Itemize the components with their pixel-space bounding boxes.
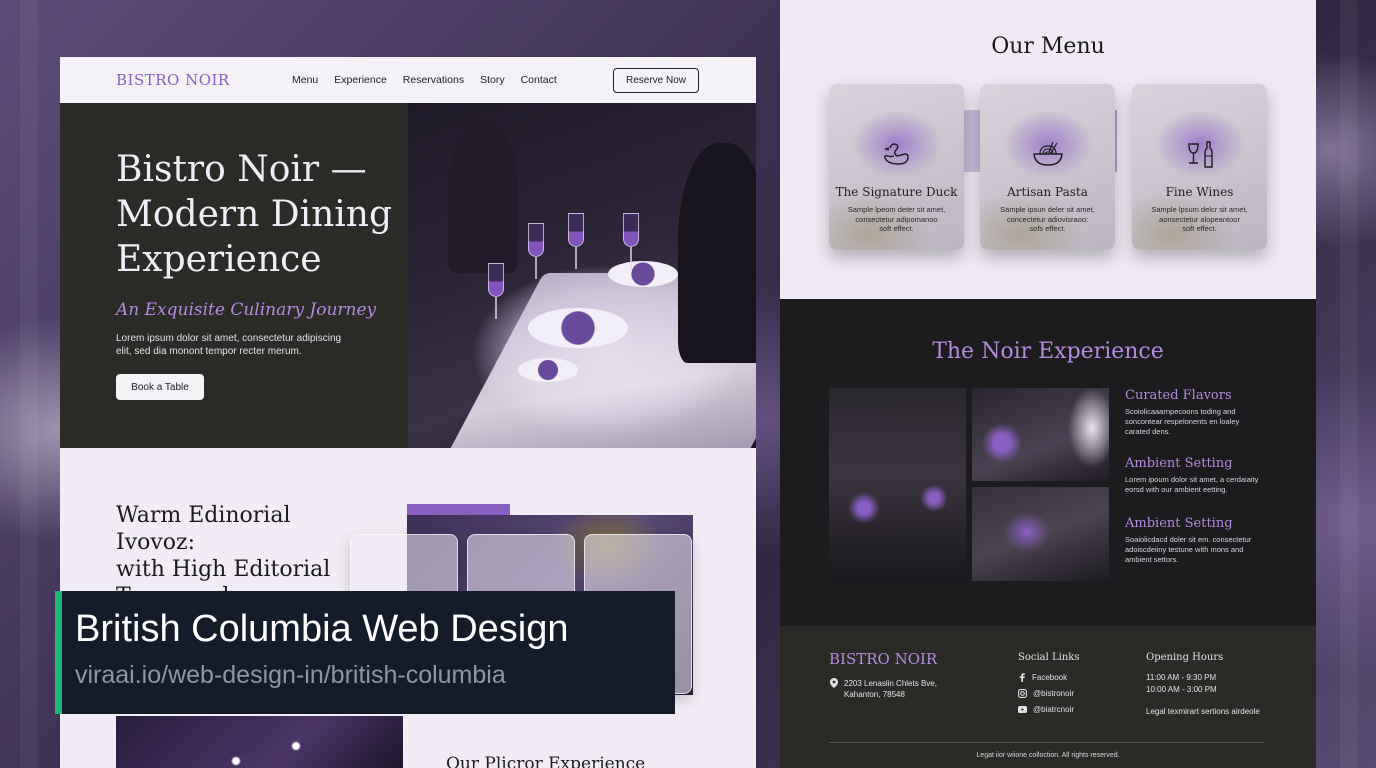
legal-sections-link[interactable]: Legal texmirart sertions airdeole: [1146, 706, 1260, 718]
menu-card-title: Artisan Pasta: [1007, 185, 1088, 199]
menu-card-desc: Sample ipsun deler sit amet, concectetur…: [992, 205, 1103, 234]
experience-item: Ambient Setting Lorem ipoum dolor sit am…: [1125, 456, 1275, 495]
desc-line: adoiscdeiiny testune with mons and: [1125, 545, 1244, 554]
desc-line: Sample lpsum delcr sit amet,: [1151, 205, 1248, 214]
desc-line: Lorem ipoum dolor sit amet, a cerdaiaity: [1125, 475, 1259, 484]
nav-links: Menu Experience Reservations Story Conta…: [292, 74, 557, 86]
menu-card-wines[interactable]: Fine Wines Sample lpsum delcr sit amet, …: [1132, 84, 1267, 250]
social-links-title: Social Links: [1018, 652, 1080, 663]
desc-line: aonsectetur alopeantoor: [1159, 214, 1240, 224]
wine-icon: [1187, 141, 1213, 168]
hero-body-line: elit, sed dia monont tempor recter merum…: [116, 346, 302, 357]
address-line: 2203 Lenaslin Chlets Bve,: [844, 679, 937, 688]
nav-link-reservations[interactable]: Reservations: [403, 74, 464, 86]
interior-photo-sofa: [972, 487, 1109, 581]
hours-line: 11:00 AM - 9:30 PM: [1146, 673, 1217, 682]
experience-title: The Noir Experience: [932, 339, 1164, 364]
menu-title: Our Menu: [991, 34, 1105, 59]
opening-hours-title: Opening Hours: [1146, 652, 1224, 663]
menu-card-duck[interactable]: The Signature Duck Sample lpeom deter si…: [829, 84, 964, 250]
hero-title-line: Bistro Noir —: [116, 149, 367, 190]
caption-url[interactable]: viraai.io/web-design-in/british-columbia: [75, 661, 506, 690]
site-footer: BISTRO NOIR 2203 Lenaslin Chlets Bve, Ka…: [780, 626, 1316, 768]
hero-body-text: Lorem ipsum dolor sit amet, consectetur …: [116, 332, 356, 358]
experience-section-title: Our Plicror Experience: [446, 754, 646, 768]
menu-page-mockup: Our Menu The Signature Duck Sample lpeom…: [780, 0, 1316, 768]
desc-line: soft effect.: [1182, 224, 1217, 233]
menu-card-title: The Signature Duck: [835, 185, 958, 199]
desc-line: ambient settors.: [1125, 555, 1179, 564]
experience-item-title: Ambient Setting: [1125, 516, 1233, 531]
nav-link-contact[interactable]: Contact: [521, 74, 557, 86]
menu-card-pasta[interactable]: Artisan Pasta Sample ipsun deler sit ame…: [980, 84, 1115, 250]
caption-title: British Columbia Web Design: [75, 608, 569, 650]
nav-link-story[interactable]: Story: [480, 74, 505, 86]
social-link-label: Facebook: [1032, 673, 1068, 682]
menu-section: Our Menu The Signature Duck Sample lpeom…: [780, 0, 1316, 299]
desc-line: Sample ipsun deler sit amet,: [1000, 205, 1095, 214]
desc-line: carated dens.: [1125, 427, 1171, 436]
top-nav: BISTRO NOIR Menu Experience Reservations…: [60, 57, 756, 103]
hero-title: Bistro Noir — Modern Dining Experience: [116, 147, 408, 282]
hero-subtitle: An Exquisite Culinary Journey: [116, 300, 377, 320]
copyright-text: Legat iior wiione colloction. All rights…: [976, 752, 1120, 759]
caption-banner: British Columbia Web Design viraai.io/we…: [55, 591, 675, 714]
hero-title-line: Experience: [116, 239, 322, 280]
experience-item-desc: Scoiolicaaarnpecoons toding and sonconte…: [1125, 407, 1275, 437]
experience-item: Ambient Setting Soaiolicdacd doler sit e…: [1125, 516, 1275, 565]
youtube-icon: [1018, 706, 1027, 713]
noir-experience-section: The Noir Experience Curated Flavors Scoi…: [780, 299, 1316, 626]
facebook-icon: [1019, 673, 1025, 682]
interior-photo-wall: [829, 388, 966, 581]
social-link-facebook[interactable]: Facebook: [1018, 673, 1067, 682]
menu-card-desc: Sample lpeom deter sit amet, consectetur…: [841, 205, 952, 234]
book-table-button[interactable]: Book a Table: [116, 374, 204, 400]
footer-brand[interactable]: BISTRO NOIR: [829, 650, 937, 668]
interior-photo-lounge: [972, 388, 1109, 481]
hero-dining-photo: [408, 103, 756, 448]
social-link-label: @biatrcnoir: [1033, 705, 1075, 714]
desc-line: Soaiolicdacd doler sit em. consectetur: [1125, 535, 1252, 544]
nav-link-experience[interactable]: Experience: [334, 74, 387, 86]
nav-link-menu[interactable]: Menu: [292, 74, 318, 86]
desc-line: consectetur adipomanoo: [855, 214, 938, 224]
hero-title-line: Modern Dining: [116, 194, 393, 235]
experience-item-title: Ambient Setting: [1125, 456, 1233, 471]
experience-item: Curated Flavors Scoiolicaaarnpecoons tod…: [1125, 388, 1275, 437]
experience-item-desc: Soaiolicdacd doler sit em. consectetur a…: [1125, 535, 1275, 565]
social-link-label: @bistronoir: [1033, 689, 1075, 698]
hero-section: Bistro Noir — Modern Dining Experience A…: [60, 103, 756, 448]
desc-line: Sample lpeom deter sit amet,: [847, 205, 946, 214]
editorial-title-line: with High Editorial: [116, 557, 331, 582]
editorial-title-line: Warm Edinorial Ivovoz:: [116, 503, 291, 555]
menu-card-desc: Sample lpsum delcr sit amet, aonsectetur…: [1144, 205, 1255, 234]
experience-item-title: Curated Flavors: [1125, 388, 1232, 403]
desc-line: concectetur adiovisraoo:: [1006, 214, 1089, 224]
desc-line: Scoiolicaaarnpecoons toding and: [1125, 407, 1236, 416]
pasta-bowl-icon: [1032, 141, 1063, 166]
reserve-now-button[interactable]: Reserve Now: [613, 68, 699, 93]
duck-icon: [883, 143, 909, 165]
location-pin-icon: [830, 678, 838, 688]
hours-line: 10:00 AM - 3:00 PM: [1146, 685, 1217, 694]
opening-hours: 11:00 AM - 9:30 PM 10:00 AM - 3:00 PM: [1146, 672, 1217, 696]
social-link-youtube[interactable]: @biatrcnoir: [1018, 705, 1074, 714]
address-line: Kahanton, 78548: [844, 690, 905, 699]
brand-logo[interactable]: BISTRO NOIR: [116, 71, 230, 89]
desc-line: soft effect.: [879, 224, 914, 233]
hero-body-line: Lorem ipsum dolor sit amet, consectetur …: [116, 333, 342, 344]
experience-item-desc: Lorem ipoum dolor sit amet, a cerdaiaity…: [1125, 475, 1275, 495]
footer-address: 2203 Lenaslin Chlets Bve, Kahanton, 7854…: [830, 678, 937, 700]
footer-divider: [829, 742, 1264, 743]
desc-line: soncontear respelonents en loaley: [1125, 417, 1240, 426]
social-link-instagram[interactable]: @bistronoir: [1018, 689, 1074, 698]
desc-line: sofs effect.: [1029, 224, 1066, 233]
menu-card-title: Fine Wines: [1165, 185, 1234, 199]
instagram-icon: [1018, 689, 1027, 698]
experience-photo: [116, 716, 403, 768]
desc-line: eorsd with our ambient eetting.: [1125, 485, 1228, 494]
